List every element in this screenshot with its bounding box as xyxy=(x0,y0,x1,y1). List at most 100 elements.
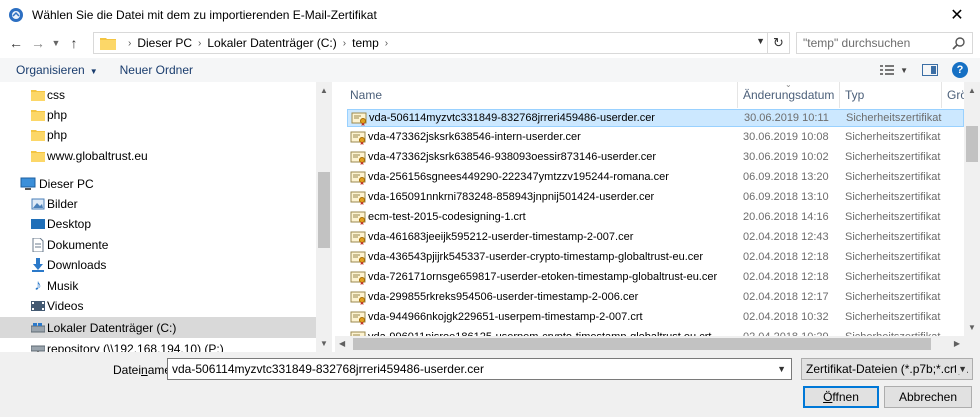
file-name: vda-256156sgnees449290-222347ymtzzv19524… xyxy=(368,171,669,183)
file-row[interactable]: vda-436543pjijrk545337-userder-crypto-ti… xyxy=(347,249,964,267)
scroll-right-icon[interactable]: ▶ xyxy=(954,339,960,348)
change-view-button[interactable]: ▼ xyxy=(880,64,908,76)
nav-item-label: css xyxy=(47,87,65,102)
file-type-filter-select[interactable]: Zertifikat-Dateien (*.p7b;*.crt;*. ▼ xyxy=(801,358,973,380)
file-row[interactable]: ecm-test-2015-codesigning-1.crt 20.06.201… xyxy=(347,209,964,227)
file-type: Sicherheitszertifikat xyxy=(845,251,941,263)
close-button[interactable]: ✕ xyxy=(934,0,980,30)
nav-item-dokumente[interactable]: Dokumente xyxy=(0,234,316,255)
nav-scrollbar[interactable]: ▲ ▼ xyxy=(316,82,332,352)
filename-value: vda-506114myzvtc331849-832768jrreri45948… xyxy=(172,362,484,376)
file-row[interactable]: vda-299855rkreks954506-userder-timestamp… xyxy=(347,289,964,307)
preview-pane-button[interactable] xyxy=(922,64,938,76)
file-date: 20.06.2018 14:16 xyxy=(743,211,829,223)
nav-item-musik[interactable]: ♪ Musik xyxy=(0,275,316,296)
chevron-down-icon[interactable]: ▼ xyxy=(956,364,967,374)
search-input[interactable]: "temp" durchsuchen xyxy=(796,32,973,54)
file-name: vda-726171ornsge659817-userder-etoken-ti… xyxy=(368,271,718,283)
file-type: Sicherheitszertifikat xyxy=(845,311,941,323)
recent-locations-button[interactable]: ▼ xyxy=(49,32,63,54)
file-name: vda-165091nnkrni783248-858943jnpnij50142… xyxy=(368,191,655,203)
nav-item-local-drive[interactable]: Lokaler Datenträger (C:) xyxy=(0,317,316,338)
nav-item-php-2[interactable]: php xyxy=(0,124,316,145)
nav-item-downloads[interactable]: Downloads xyxy=(0,254,316,275)
new-folder-button[interactable]: Neuer Ordner xyxy=(120,63,193,77)
nav-item-css[interactable]: css xyxy=(0,84,316,105)
refresh-button[interactable]: ↻ xyxy=(767,33,789,53)
organize-button[interactable]: Organisieren ▼ xyxy=(16,63,98,77)
cancel-button[interactable]: Abbrechen xyxy=(884,386,972,408)
scroll-thumb[interactable] xyxy=(353,338,931,350)
nav-item-label: Desktop xyxy=(47,216,92,231)
address-dropdown-icon[interactable]: ▼ xyxy=(756,36,765,46)
file-name: vda-436543pjijrk545337-userder-crypto-ti… xyxy=(368,251,704,263)
file-row[interactable]: vda-256156sgnees449290-222347ymtzzv19524… xyxy=(347,169,964,187)
file-name: vda-506114myzvtc331849-832768jrreri45948… xyxy=(369,112,655,124)
computer-icon xyxy=(20,176,36,192)
file-row[interactable]: vda-506114myzvtc331849-832768jrreri45948… xyxy=(347,109,964,127)
column-header-name[interactable]: Name xyxy=(350,88,382,102)
up-button[interactable]: ↑ xyxy=(63,32,85,54)
file-date: 02.04.2018 12:18 xyxy=(743,251,829,263)
nav-item-videos[interactable]: Videos xyxy=(0,295,316,316)
chevron-down-icon: ▼ xyxy=(51,38,61,48)
scroll-down-icon[interactable]: ▼ xyxy=(320,339,328,348)
scroll-up-icon[interactable]: ▲ xyxy=(968,86,976,95)
nav-item-repository[interactable]: repository (\\192.168.194.10) (P:) xyxy=(0,338,316,352)
thunderbird-app-icon xyxy=(9,8,23,22)
nav-item-bilder[interactable]: Bilder xyxy=(0,193,316,214)
desktop-icon xyxy=(30,216,46,232)
file-date: 02.04.2018 12:18 xyxy=(743,271,829,283)
column-divider[interactable] xyxy=(839,82,840,108)
file-type: Sicherheitszertifikat xyxy=(845,291,941,303)
file-name: vda-461683jeeijk595212-userder-timestamp… xyxy=(368,231,634,243)
column-divider[interactable] xyxy=(737,82,738,108)
scroll-thumb[interactable] xyxy=(318,172,330,248)
help-button[interactable]: ? xyxy=(952,62,968,78)
search-placeholder: "temp" durchsuchen xyxy=(803,36,911,50)
file-row[interactable]: vda-461683jeeijk595212-userder-timestamp… xyxy=(347,229,964,247)
address-bar[interactable]: › Dieser PC › Lokaler Datenträger (C:) ›… xyxy=(93,32,790,54)
window-title: Wählen Sie die Datei mit dem zu importie… xyxy=(32,8,377,22)
file-name: vda-473362jsksrk638546-intern-userder.ce… xyxy=(368,131,581,143)
file-row[interactable]: vda-944966nkojgk229651-userpem-timestamp… xyxy=(347,309,964,327)
breadcrumb-separator[interactable]: › xyxy=(192,38,207,49)
breadcrumb-dieser-pc[interactable]: Dieser PC xyxy=(137,36,192,50)
column-header-type[interactable]: Typ xyxy=(845,88,864,102)
certificate-icon xyxy=(350,210,366,226)
scroll-up-icon[interactable]: ▲ xyxy=(320,86,328,95)
nav-item-label: Dieser PC xyxy=(39,176,94,191)
file-date: 06.09.2018 13:10 xyxy=(743,191,829,203)
scroll-thumb[interactable] xyxy=(966,126,978,162)
chevron-down-icon[interactable]: ▼ xyxy=(777,364,786,374)
breadcrumb-separator[interactable]: › xyxy=(122,38,137,49)
file-list-horizontal-scrollbar[interactable]: ◀ ▶ xyxy=(335,336,964,352)
nav-item-label: Downloads xyxy=(47,257,107,272)
column-divider[interactable] xyxy=(941,82,942,108)
breadcrumb-separator[interactable]: › xyxy=(379,38,394,49)
scroll-left-icon[interactable]: ◀ xyxy=(339,339,345,348)
open-button[interactable]: Öffnen xyxy=(803,386,879,408)
certificate-icon xyxy=(350,270,366,286)
file-list-vertical-scrollbar[interactable]: ▲ ▼ xyxy=(964,82,980,336)
forward-button[interactable]: → xyxy=(27,32,49,54)
breadcrumb-local-drive[interactable]: Lokaler Datenträger (C:) xyxy=(207,36,336,50)
filename-input[interactable]: vda-506114myzvtc331849-832768jrreri45948… xyxy=(167,358,792,380)
network-drive-icon xyxy=(30,341,46,352)
nav-item-desktop[interactable]: Desktop xyxy=(0,213,316,234)
nav-item-dieser-pc[interactable]: Dieser PC xyxy=(0,173,316,194)
refresh-icon: ↻ xyxy=(773,35,784,50)
nav-item-php[interactable]: php xyxy=(0,104,316,125)
column-header-date[interactable]: Änderungsdatum xyxy=(743,88,834,102)
scroll-down-icon[interactable]: ▼ xyxy=(968,323,976,332)
file-row[interactable]: vda-165091nnkrni783248-858943jnpnij50142… xyxy=(347,189,964,207)
folder-icon xyxy=(30,107,46,123)
nav-item-globaltrust[interactable]: www.globaltrust.eu xyxy=(0,145,316,166)
file-row[interactable]: vda-473362jsksrk638546-938093oessir87314… xyxy=(347,149,964,167)
search-icon xyxy=(952,37,965,50)
file-row[interactable]: vda-473362jsksrk638546-intern-userder.ce… xyxy=(347,129,964,147)
breadcrumb-temp[interactable]: temp xyxy=(352,36,379,50)
breadcrumb-separator[interactable]: › xyxy=(337,38,352,49)
back-button[interactable]: ← xyxy=(5,32,27,54)
file-row[interactable]: vda-726171ornsge659817-userder-etoken-ti… xyxy=(347,269,964,287)
